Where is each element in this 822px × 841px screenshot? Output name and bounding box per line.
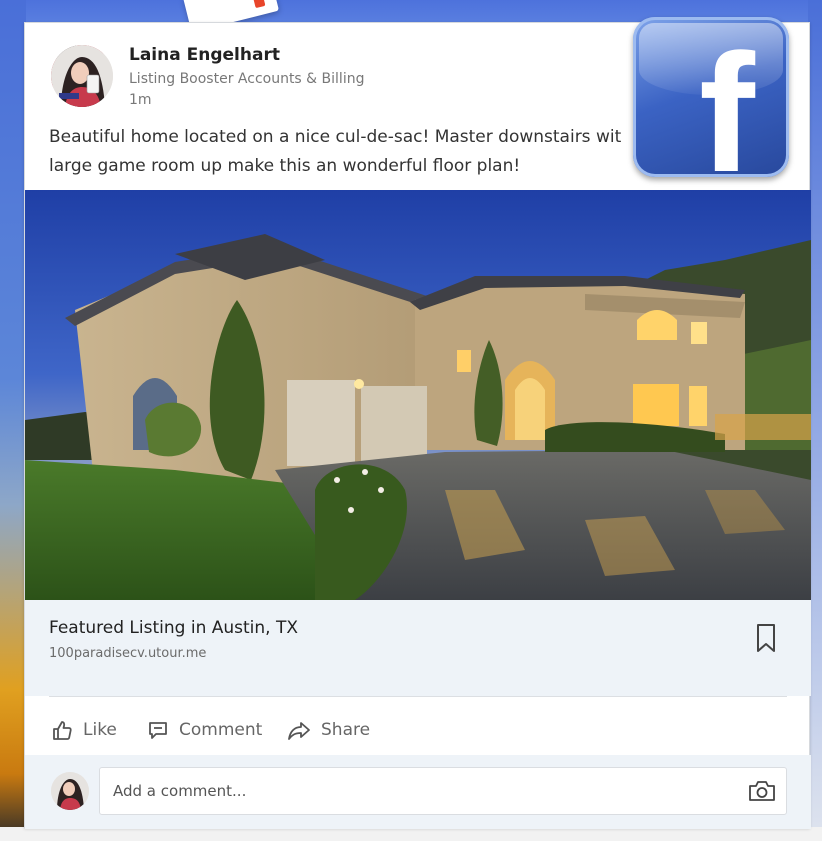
share-icon (288, 722, 310, 740)
share-button[interactable]: Share (287, 715, 370, 745)
link-url[interactable]: 100paradisecv.utour.me (49, 646, 206, 661)
share-label: Share (321, 720, 371, 740)
post-timestamp[interactable]: 1m (129, 92, 152, 108)
comment-bar: Add a comment... (25, 755, 811, 829)
page-name[interactable]: Listing Booster Accounts & Billing (129, 71, 364, 87)
post-header: Laina Engelhart Listing Booster Accounts… (25, 17, 811, 177)
post-actions: Like Comment Share (25, 707, 811, 753)
link-preview[interactable]: Featured Listing in Austin, TX 100paradi… (25, 600, 811, 696)
thumbs-up-icon (53, 721, 72, 740)
comment-input[interactable]: Add a comment... (99, 767, 787, 815)
comment-label: Comment (179, 720, 263, 740)
author-name[interactable]: Laina Engelhart (129, 45, 280, 65)
like-label: Like (83, 720, 117, 740)
comment-button[interactable]: Comment (147, 715, 262, 745)
camera-icon[interactable] (748, 779, 776, 803)
background-left (0, 0, 26, 841)
comment-icon (149, 722, 167, 739)
like-button[interactable]: Like (51, 715, 117, 745)
divider (49, 696, 787, 697)
bookmark-icon[interactable] (753, 622, 779, 654)
link-title[interactable]: Featured Listing in Austin, TX (49, 618, 298, 638)
house-photo[interactable] (25, 190, 811, 600)
facebook-logo-glyph: f (699, 19, 755, 177)
background-bottom (0, 827, 822, 841)
facebook-logo-icon: f (633, 17, 789, 177)
comment-placeholder: Add a comment... (113, 782, 247, 800)
commenter-avatar (51, 772, 89, 810)
author-avatar[interactable] (51, 45, 113, 107)
post-card: Laina Engelhart Listing Booster Accounts… (24, 17, 811, 829)
